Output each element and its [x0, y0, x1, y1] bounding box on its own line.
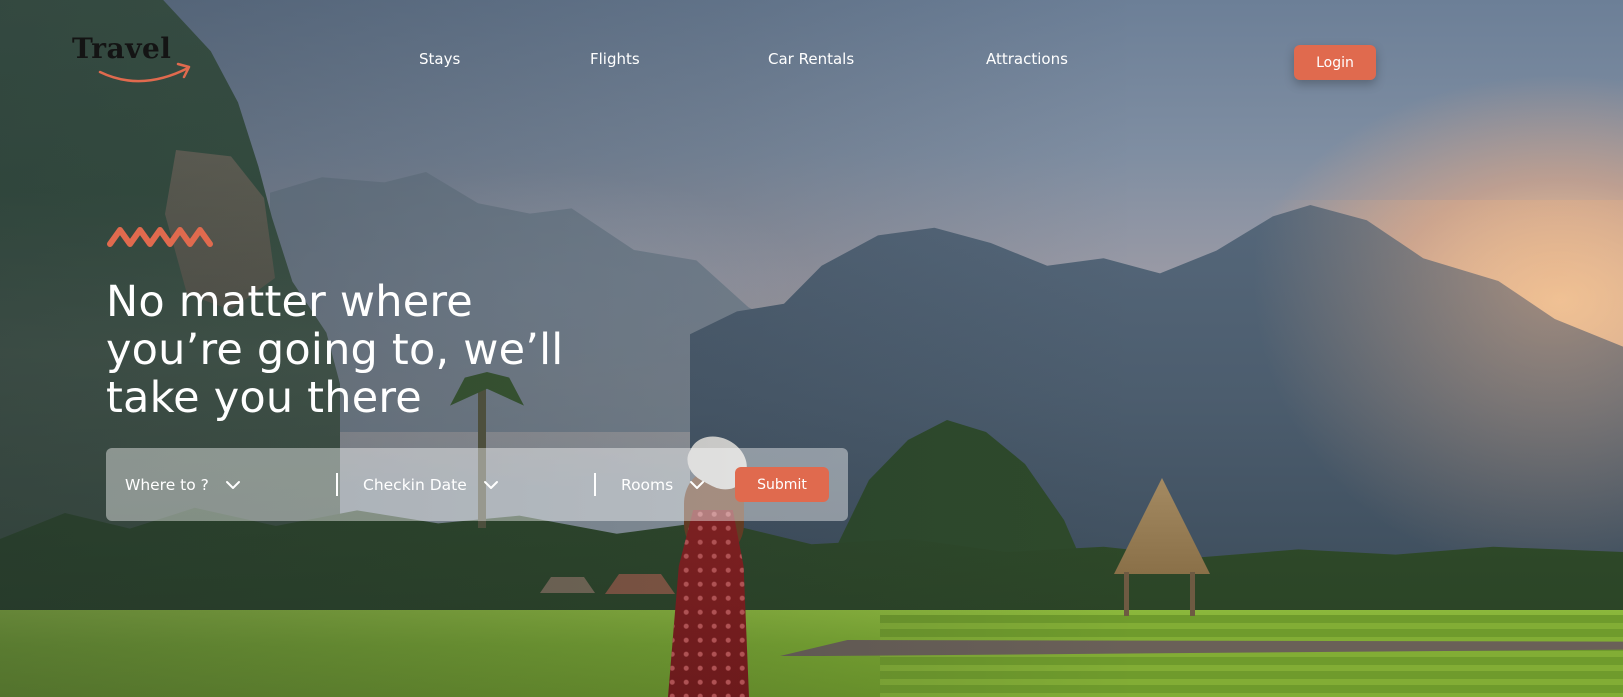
rooms-label: Rooms: [621, 475, 674, 494]
divider: [594, 473, 596, 496]
nav-item-car-rentals[interactable]: Car Rentals: [768, 50, 854, 68]
nav-item-flights[interactable]: Flights: [590, 50, 640, 68]
nav-item-attractions[interactable]: Attractions: [986, 50, 1068, 68]
checkin-date-dropdown[interactable]: Checkin Date: [363, 448, 499, 521]
zigzag-wave-icon: [107, 227, 213, 247]
nav-item-stays[interactable]: Stays: [419, 50, 460, 68]
checkin-label: Checkin Date: [363, 475, 467, 494]
chevron-down-icon: [483, 480, 498, 489]
divider: [336, 473, 338, 496]
destination-dropdown[interactable]: Where to ?: [125, 448, 241, 521]
submit-button[interactable]: Submit: [735, 467, 829, 502]
chevron-down-icon: [225, 480, 240, 489]
hero-headline: No matter where you’re going to, we’ll t…: [106, 278, 666, 422]
search-bar: Where to ? Checkin Date Rooms Submit: [106, 448, 848, 521]
main-nav: Stays Flights Car Rentals Attractions: [0, 50, 1623, 78]
chevron-down-icon: [690, 480, 705, 489]
headline-line: you’re going to, we’ll: [106, 325, 564, 375]
headline-line: No matter where: [106, 277, 473, 327]
login-button[interactable]: Login: [1294, 45, 1376, 80]
headline-line: take you there: [106, 373, 422, 423]
rooms-dropdown[interactable]: Rooms: [621, 448, 705, 521]
destination-label: Where to ?: [125, 475, 209, 494]
